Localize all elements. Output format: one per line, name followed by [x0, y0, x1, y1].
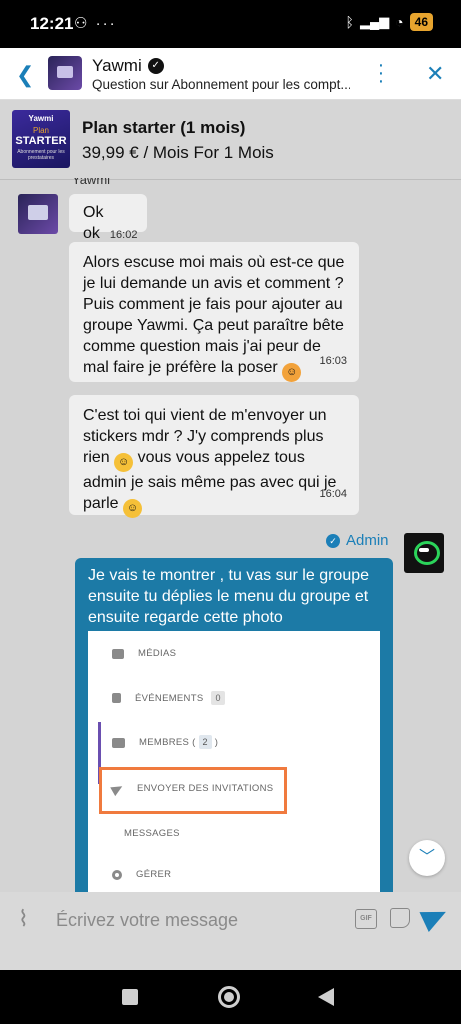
attachment-icon[interactable]: ⌇ — [18, 906, 29, 932]
status-time: 12:21 — [30, 14, 74, 33]
calendar-icon — [112, 693, 121, 703]
message-input[interactable] — [56, 906, 336, 934]
laughing-emoji-icon: ☺ — [123, 499, 143, 518]
status-right-icons: ᛒ ▂▄▆ ◔ 46 — [346, 13, 433, 31]
sticker-icon[interactable] — [390, 908, 410, 928]
admin-name: Admin — [346, 532, 389, 549]
message-bubble[interactable]: C'est toi qui vient de m'envoyer un stic… — [69, 395, 359, 518]
message-time: 16:04 — [319, 488, 347, 500]
status-bar: 12:21 ⚇ ··· ᛒ ▂▄▆ ◔ 46 — [0, 0, 461, 48]
photo-menu-count: 0 — [211, 691, 225, 705]
notification-icons: ⚇ ··· — [74, 15, 117, 32]
message-text: Alors escuse moi mais où est-ce que je l… — [83, 254, 345, 376]
product-image-starter: STARTER — [15, 135, 67, 147]
admin-label: ✓ Admin — [326, 532, 389, 549]
product-image-brand: Yawmi — [28, 114, 54, 123]
message-bubble[interactable]: Alors escuse moi mais où est-ce que je l… — [69, 242, 359, 382]
photo-menu-medias: MÉDIAS — [112, 648, 176, 659]
photo-menu-label-close: ) — [214, 737, 219, 748]
photo-menu-label: MÉDIAS — [138, 648, 177, 659]
channel-avatar[interactable] — [48, 56, 82, 90]
verified-icon: ✓ — [147, 58, 164, 74]
composer-bar: ⌇ GIF — [0, 892, 461, 970]
verified-icon: ✓ — [326, 533, 340, 548]
message-time: 16:03 — [319, 355, 347, 367]
home-icon[interactable] — [218, 986, 240, 1008]
product-image-plan: Plan — [32, 126, 49, 135]
bluetooth-icon: ᛒ — [345, 14, 354, 30]
message-time: 16:02 — [109, 229, 138, 241]
admin-message-text: Je vais te montrer , tu vas sur le group… — [88, 567, 370, 626]
gif-icon[interactable]: GIF — [355, 909, 377, 929]
product-banner[interactable]: Yawmi Plan STARTER Abonnement pour les p… — [0, 100, 461, 180]
photo-menu-label: MEMBRES ( — [139, 737, 196, 748]
product-image: Yawmi Plan STARTER Abonnement pour les p… — [12, 110, 70, 168]
message-text: Ok ok — [83, 204, 104, 242]
highlight-box — [99, 767, 287, 814]
send-icon[interactable] — [419, 901, 451, 933]
users-icon — [112, 737, 125, 748]
recents-icon[interactable] — [122, 989, 138, 1005]
back-triangle-icon[interactable] — [318, 988, 334, 1006]
chat-title-text: Yawmi — [92, 56, 142, 75]
more-menu-icon[interactable]: · · · — [374, 55, 388, 91]
scroll-down-button[interactable]: ﹀ — [409, 840, 445, 876]
wifi-icon: ◔ — [395, 14, 404, 30]
laughing-emoji-icon: ☺ — [114, 453, 134, 472]
battery-icon: 46 — [409, 13, 433, 31]
media-icon — [112, 648, 124, 659]
chat-subtitle: Question sur Abonnement pour les compt..… — [92, 77, 350, 92]
photo-menu-membres: MEMBRES ( 2 ) — [112, 735, 219, 749]
close-icon[interactable]: ✕ — [426, 61, 444, 87]
message-bubble[interactable]: Ok ok 16:02 — [69, 194, 147, 242]
product-price: 39,99 € / Mois For 1 Mois — [82, 143, 274, 162]
photo-menu-count: 2 — [198, 735, 212, 749]
photo-menu-evenements: ÉVÉNEMENTS 0 — [112, 691, 225, 705]
thinking-person-emoji-icon: ☺ — [282, 363, 302, 382]
chat-title[interactable]: Yawmi ✓ — [92, 56, 164, 76]
admin-avatar[interactable] — [404, 533, 444, 573]
chat-header: ❮ Yawmi ✓ Question sur Abonnement pour l… — [0, 48, 461, 100]
photo-menu-label: ÉVÉNEMENTS — [135, 692, 204, 704]
system-nav-bar — [0, 970, 461, 1024]
photo-menu-section: MESSAGES — [124, 828, 180, 839]
sender-avatar[interactable] — [18, 194, 58, 234]
gear-icon — [112, 869, 122, 880]
sender-name: Yawmi — [72, 178, 111, 186]
message-photo[interactable]: MÉDIAS ÉVÉNEMENTS 0 MEMBRES ( 2 ) ENVOYE… — [88, 631, 380, 894]
admin-message-bubble[interactable]: Je vais te montrer , tu vas sur le group… — [75, 558, 393, 894]
product-image-caption: Abonnement pour les prestataires — [17, 149, 65, 161]
photo-menu-label-group: MEMBRES ( 2 ) — [139, 735, 219, 749]
signal-icon: ▂▄▆ — [359, 14, 390, 29]
photo-menu-gerer: GÉRER — [112, 869, 171, 880]
back-arrow-icon[interactable]: ❮ — [16, 62, 34, 88]
photo-menu-label: GÉRER — [136, 869, 172, 880]
product-name: Plan starter (1 mois) — [82, 118, 246, 137]
